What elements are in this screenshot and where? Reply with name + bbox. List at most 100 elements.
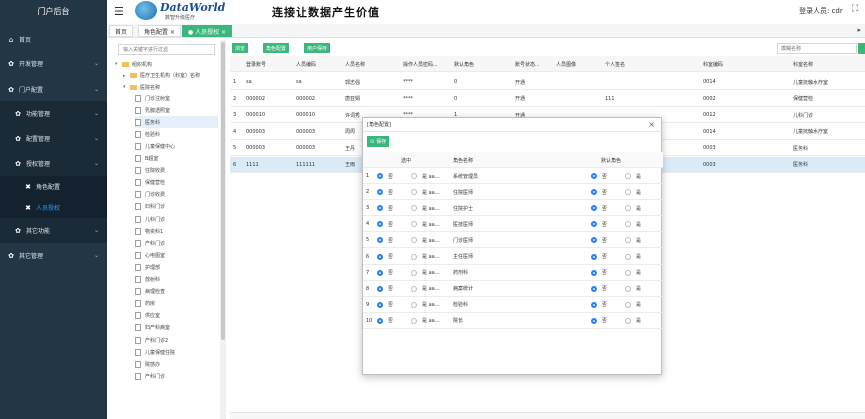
default-radio-group[interactable]: 否是 bbox=[591, 249, 641, 265]
default-radio-group[interactable]: 否是 bbox=[591, 313, 641, 329]
radio-no[interactable] bbox=[377, 221, 383, 228]
role-row[interactable]: 10 否是 aa... 院长否是 bbox=[363, 313, 663, 329]
tree-node[interactable]: 乳腺透照室 bbox=[135, 104, 218, 116]
tree-node[interactable]: 护理部 bbox=[135, 261, 218, 273]
role-row[interactable]: 7否是 aa... 药剂科否是 bbox=[363, 265, 663, 281]
sidebar-item-4[interactable]: ✿ 配置管理 ⌄ bbox=[0, 126, 107, 151]
default-radio-yes[interactable] bbox=[625, 269, 632, 276]
default-radio-group[interactable]: 否是 bbox=[591, 281, 641, 297]
radio-no[interactable] bbox=[377, 317, 383, 324]
table-row[interactable]: 2 000002 000002 唐亚娟 **** 0 开通 111 0002 保健营检 bbox=[230, 91, 865, 107]
tree-node[interactable]: 妇科门诊 bbox=[135, 201, 218, 213]
default-radio-group[interactable]: 否是 bbox=[591, 168, 641, 184]
default-radio-no[interactable] bbox=[591, 253, 597, 260]
sidebar-item-7[interactable]: ✖ 人员授权 bbox=[0, 197, 107, 218]
close-icon[interactable]: × bbox=[648, 120, 655, 129]
default-radio-no[interactable] bbox=[591, 285, 597, 292]
role-row[interactable]: 1否是 aa... 系统管理员否是 bbox=[363, 168, 663, 184]
default-radio-no[interactable] bbox=[591, 301, 597, 308]
tree-node[interactable]: 产科门诊2 bbox=[135, 334, 218, 346]
tab-role-config[interactable]: 角色配置 × bbox=[138, 25, 181, 37]
radio-yes[interactable] bbox=[411, 317, 418, 324]
collapse-arrow-icon[interactable]: ▾ bbox=[115, 61, 121, 67]
sidebar-item-5[interactable]: ✿ 授权管理 ⌄ bbox=[0, 151, 107, 176]
selected-radio-group[interactable]: 否 是 aa... bbox=[377, 313, 440, 329]
tree-scrollbar[interactable] bbox=[220, 40, 226, 419]
menu-toggle-icon[interactable]: ☰ bbox=[114, 5, 124, 18]
table-row[interactable]: 1 sa sa 郭志强 **** 0 开通 0014 儿童抚触水疗室 bbox=[230, 74, 865, 90]
role-config-button[interactable]: 角色配置 bbox=[263, 43, 290, 53]
tree-node[interactable]: 院感办 bbox=[135, 358, 218, 370]
collapse-arrow-icon[interactable]: ▾ bbox=[123, 84, 129, 90]
role-row[interactable]: 2否是 aa... 住院医师否是 bbox=[363, 184, 663, 201]
grid-header-cell[interactable]: 个人签名 bbox=[602, 56, 700, 72]
tree-node[interactable]: 产科门诊 bbox=[135, 237, 218, 249]
tree-scrollbar-thumb[interactable] bbox=[221, 42, 225, 340]
radio-yes[interactable] bbox=[411, 253, 418, 260]
browse-button[interactable]: 浏览 bbox=[232, 43, 249, 53]
tree-node[interactable]: 物资科1 bbox=[135, 225, 218, 237]
tree-node[interactable]: 放射科 bbox=[135, 274, 218, 286]
default-radio-yes[interactable] bbox=[625, 221, 632, 228]
default-radio-group[interactable]: 否是 bbox=[591, 297, 641, 313]
grid-header-cell[interactable]: 人员编码 bbox=[293, 56, 342, 72]
radio-yes[interactable] bbox=[411, 285, 418, 292]
radio-yes[interactable] bbox=[411, 205, 418, 212]
tree-node[interactable]: 门诊收费 bbox=[135, 189, 218, 201]
tree-node[interactable]: 药房 bbox=[135, 298, 218, 310]
tab-user-auth[interactable]: ● 人员授权 × bbox=[182, 25, 233, 37]
radio-yes[interactable] bbox=[411, 189, 418, 196]
selected-radio-group[interactable]: 否 是 aa... bbox=[377, 281, 440, 297]
selected-radio-group[interactable]: 否 是 aa... bbox=[377, 232, 440, 248]
default-radio-group[interactable]: 否是 bbox=[591, 200, 641, 216]
tree-node[interactable]: 保健营检 bbox=[135, 177, 218, 189]
radio-no[interactable] bbox=[377, 189, 383, 196]
tree-node[interactable]: 住院收费 bbox=[135, 165, 218, 177]
default-radio-no[interactable] bbox=[591, 221, 597, 228]
tree-node[interactable]: 心电图室 bbox=[135, 249, 218, 261]
tree-node[interactable]: ▸ 医疗卫生机构（科室）名称 bbox=[123, 70, 218, 82]
role-row[interactable]: 4否是 aa... 医技医师否是 bbox=[363, 216, 663, 233]
grid-header-cell[interactable]: 操作人员密码... bbox=[400, 56, 451, 72]
role-row[interactable]: 5否是 aa... 门诊医师否是 bbox=[363, 232, 663, 249]
radio-no[interactable] bbox=[377, 285, 383, 292]
sidebar-item-6[interactable]: ✖ 角色配置 bbox=[0, 176, 107, 197]
default-radio-no[interactable] bbox=[591, 237, 597, 244]
default-radio-yes[interactable] bbox=[625, 237, 632, 244]
grid-header-cell[interactable]: 人员图像 bbox=[553, 56, 602, 72]
default-radio-yes[interactable] bbox=[625, 189, 632, 196]
radio-no[interactable] bbox=[377, 269, 383, 276]
grid-header-cell[interactable]: 人员名称 bbox=[342, 56, 400, 72]
role-row[interactable]: 9否是 aa... 检验科否是 bbox=[363, 297, 663, 313]
grid-header-cell[interactable]: 默认角色 bbox=[451, 56, 512, 72]
grid-header-cell[interactable]: 科室名称 bbox=[790, 56, 865, 72]
default-radio-yes[interactable] bbox=[625, 285, 632, 292]
selected-radio-group[interactable]: 否 是 aa... bbox=[377, 297, 440, 313]
grid-search-input[interactable] bbox=[777, 43, 857, 54]
sidebar-item-8[interactable]: ✿ 其它功能 ⌄ bbox=[0, 218, 107, 243]
selected-radio-group[interactable]: 否 是 aa... bbox=[377, 184, 440, 200]
tree-search-input[interactable] bbox=[118, 44, 215, 55]
sidebar-item-1[interactable]: ✿ 开发管理 ⌄ bbox=[0, 51, 107, 76]
tree-node[interactable]: ▾ 组织机构 bbox=[115, 58, 218, 70]
tree-node[interactable]: 儿童保健中心 bbox=[135, 140, 218, 152]
radio-yes[interactable] bbox=[411, 221, 418, 228]
radio-yes[interactable] bbox=[411, 301, 418, 308]
default-radio-yes[interactable] bbox=[625, 173, 632, 179]
tree-node[interactable]: 病理检查 bbox=[135, 286, 218, 298]
default-radio-yes[interactable] bbox=[625, 253, 632, 260]
default-radio-no[interactable] bbox=[591, 317, 597, 324]
sidebar-item-2[interactable]: ✿ 门户配置 ⌄ bbox=[0, 77, 107, 102]
radio-no[interactable] bbox=[377, 205, 383, 212]
default-radio-no[interactable] bbox=[591, 173, 597, 179]
tree-node[interactable]: 检验科 bbox=[135, 128, 218, 140]
tree-node[interactable]: 供应室 bbox=[135, 310, 218, 322]
role-row[interactable]: 3否是 aa... 住院护士否是 bbox=[363, 200, 663, 217]
dialog-save-button[interactable]: ⊙ 保存 bbox=[367, 136, 390, 147]
default-radio-group[interactable]: 否是 bbox=[591, 184, 641, 200]
tree-node[interactable]: 儿科门诊 bbox=[135, 213, 218, 225]
default-radio-no[interactable] bbox=[591, 269, 597, 276]
tree-node[interactable]: 门诊注射室 bbox=[135, 92, 218, 104]
selected-radio-group[interactable]: 否 是 aa... bbox=[377, 168, 440, 184]
radio-yes[interactable] bbox=[411, 237, 418, 244]
